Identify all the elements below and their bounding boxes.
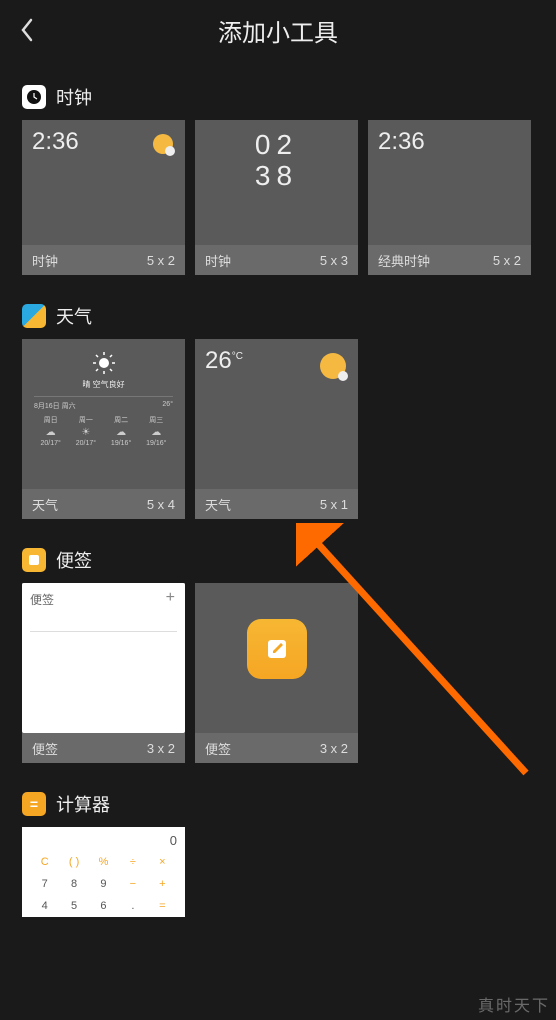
- section-header: 天气: [22, 303, 534, 329]
- calc-key: ×: [148, 851, 177, 873]
- widget-size: 3 x 2: [147, 741, 175, 756]
- widget-weather-detail[interactable]: 晴 空气良好 8月16日 周六 26° 周日☁20/17° 周一☀20/17° …: [22, 339, 185, 519]
- widget-size: 5 x 3: [320, 253, 348, 268]
- clock-time-bottom: 38: [205, 161, 348, 190]
- page-title: 添加小工具: [218, 13, 338, 48]
- widget-name: 时钟: [205, 251, 231, 270]
- widget-notes-list[interactable]: 便签 + 便签 3 x 2: [22, 583, 185, 763]
- section-title: 便签: [56, 547, 92, 573]
- calc-key: %: [89, 851, 118, 873]
- widget-name: 天气: [32, 495, 58, 514]
- header: 添加小工具: [0, 0, 556, 60]
- section-header: = 计算器: [22, 791, 534, 817]
- section-header: 时钟: [22, 84, 534, 110]
- widget-clock-1[interactable]: 2:36 时钟 5 x 2: [22, 120, 185, 275]
- notes-big-icon: [247, 619, 307, 679]
- widget-weather-simple[interactable]: 26°C 天气 5 x 1: [195, 339, 358, 519]
- widget-size: 3 x 2: [320, 741, 348, 756]
- calc-key: .: [118, 895, 147, 917]
- calc-key: +: [148, 873, 177, 895]
- widget-name: 便签: [32, 739, 58, 758]
- section-header: 便签: [22, 547, 534, 573]
- widget-name: 经典时钟: [378, 251, 430, 270]
- section-title: 时钟: [56, 84, 92, 110]
- weather-condition: 晴 空气良好: [32, 379, 175, 390]
- calc-display: 0: [30, 833, 177, 851]
- note-label: 便签: [30, 593, 54, 607]
- calc-key: ÷: [118, 851, 147, 873]
- calc-key: ( ): [59, 851, 88, 873]
- calc-key: =: [148, 895, 177, 917]
- calc-key: 6: [89, 895, 118, 917]
- calculator-icon: =: [22, 792, 46, 816]
- calc-key: 5: [59, 895, 88, 917]
- widget-size: 5 x 2: [493, 253, 521, 268]
- widget-name: 时钟: [32, 251, 58, 270]
- widget-size: 5 x 2: [147, 253, 175, 268]
- weather-temp: 26°C: [205, 347, 243, 374]
- clock-icon: [22, 85, 46, 109]
- content: 时钟 2:36 时钟 5 x 2 02 38 时钟: [0, 60, 556, 917]
- calc-key: 9: [89, 873, 118, 895]
- calc-key: C: [30, 851, 59, 873]
- section-title: 天气: [56, 303, 92, 329]
- widget-size: 5 x 4: [147, 497, 175, 512]
- clock-time: 2:36: [378, 128, 521, 156]
- weather-icon: [22, 304, 46, 328]
- watermark: 真时天下: [478, 992, 550, 1016]
- widget-size: 5 x 1: [320, 497, 348, 512]
- sun-icon: [153, 134, 173, 154]
- widget-calculator[interactable]: 0 C ( ) % ÷ × 7 8 9 − + 4 5 6 . =: [22, 827, 185, 917]
- calc-key: 7: [30, 873, 59, 895]
- plus-icon: +: [166, 589, 175, 607]
- weather-temp: 26°: [162, 401, 173, 411]
- section-clock: 时钟 2:36 时钟 5 x 2 02 38 时钟: [22, 84, 534, 275]
- widget-notes-icon[interactable]: 便签 3 x 2: [195, 583, 358, 763]
- widget-name: 天气: [205, 495, 231, 514]
- section-weather: 天气 晴 空气良好 8月16日 周六: [22, 303, 534, 519]
- sun-icon: [320, 353, 346, 379]
- calc-key: 8: [59, 873, 88, 895]
- sun-icon: [92, 351, 116, 375]
- section-title: 计算器: [56, 791, 110, 817]
- section-notes: 便签 便签 + 便签 3 x 2: [22, 547, 534, 763]
- calc-key: 4: [30, 895, 59, 917]
- calc-key: −: [118, 873, 147, 895]
- clock-time-top: 02: [205, 130, 348, 159]
- widget-clock-3[interactable]: 2:36 经典时钟 5 x 2: [368, 120, 531, 275]
- forecast-row: 周日☁20/17° 周一☀20/17° 周二☁19/16° 周三☁19/16°: [34, 415, 173, 447]
- back-icon[interactable]: [20, 18, 34, 42]
- weather-date: 8月16日 周六: [34, 401, 76, 411]
- widget-name: 便签: [205, 739, 231, 758]
- section-calculator: = 计算器 0 C ( ) % ÷ × 7 8 9 − + 4 5: [22, 791, 534, 917]
- widget-clock-2[interactable]: 02 38 时钟 5 x 3: [195, 120, 358, 275]
- notes-icon: [22, 548, 46, 572]
